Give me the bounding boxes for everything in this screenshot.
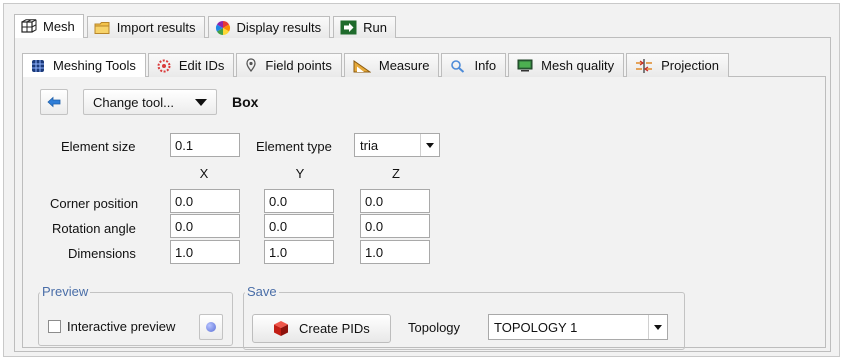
tab-mesh[interactable]: Mesh xyxy=(14,14,84,38)
corner-position-y-field[interactable] xyxy=(264,189,334,213)
create-pids-label: Create PIDs xyxy=(299,321,370,336)
topology-label: Topology xyxy=(408,320,461,335)
caret-down-icon xyxy=(195,99,207,106)
mesh-quality-icon xyxy=(517,59,533,72)
tool-title: Box xyxy=(232,94,259,110)
tab-display-results[interactable]: Display results xyxy=(207,16,331,38)
back-arrow-icon xyxy=(47,96,61,108)
tab-mesh-label: Mesh xyxy=(43,19,75,34)
meshing-tools-icon xyxy=(31,59,45,73)
dimensions-y-field[interactable] xyxy=(264,240,334,264)
corner-position-z-field[interactable] xyxy=(360,189,430,213)
dropdown-arrow-icon xyxy=(420,134,439,156)
sub-tab-bar: Meshing Tools Edit IDs Field points Meas… xyxy=(22,52,731,77)
change-tool-label: Change tool... xyxy=(93,94,174,110)
tab-display-results-label: Display results xyxy=(236,20,322,35)
rotation-angle-y-field[interactable] xyxy=(264,214,334,238)
folder-icon xyxy=(94,21,111,35)
red-cube-icon xyxy=(273,320,289,337)
edit-ids-icon xyxy=(157,59,171,73)
info-icon xyxy=(450,59,466,73)
element-size-field[interactable] xyxy=(170,133,240,157)
dimensions-x-field[interactable] xyxy=(170,240,240,264)
tab-import-results-label: Import results xyxy=(116,20,196,35)
rotation-angle-label: Rotation angle xyxy=(52,221,136,236)
tab-measure[interactable]: Measure xyxy=(343,53,440,77)
tab-info[interactable]: Info xyxy=(441,53,507,77)
tab-meshing-tools[interactable]: Meshing Tools xyxy=(22,53,146,77)
column-header-y: Y xyxy=(295,166,305,181)
color-wheel-icon xyxy=(215,20,231,36)
column-header-x: X xyxy=(199,166,209,181)
tab-mesh-quality-label: Mesh quality xyxy=(541,58,615,73)
corner-position-x-field[interactable] xyxy=(170,189,240,213)
projection-icon xyxy=(635,58,653,73)
dimensions-z-field[interactable] xyxy=(360,240,430,264)
tab-import-results[interactable]: Import results xyxy=(86,16,205,38)
preview-group-title: Preview xyxy=(40,284,91,299)
interactive-preview-checkbox[interactable] xyxy=(48,320,61,333)
save-group-title: Save xyxy=(245,284,279,299)
topology-value: TOPOLOGY 1 xyxy=(494,319,578,335)
tab-measure-label: Measure xyxy=(378,58,430,73)
tab-run-label: Run xyxy=(363,20,387,35)
tab-edit-ids-label: Edit IDs xyxy=(178,58,225,73)
column-header-z: Z xyxy=(392,166,400,181)
dimensions-label: Dimensions xyxy=(68,246,136,261)
element-size-label: Element size xyxy=(61,139,136,154)
tab-run[interactable]: Run xyxy=(333,16,396,38)
tab-projection[interactable]: Projection xyxy=(626,53,729,77)
corner-position-label: Corner position xyxy=(50,196,139,211)
preview-refresh-button[interactable] xyxy=(199,314,223,340)
tab-field-points[interactable]: Field points xyxy=(236,53,342,77)
tab-meshing-tools-label: Meshing Tools xyxy=(53,58,136,73)
element-type-value: tria xyxy=(360,137,379,153)
tab-edit-ids[interactable]: Edit IDs xyxy=(147,53,235,77)
back-button[interactable] xyxy=(40,89,68,115)
interactive-preview-label: Interactive preview xyxy=(67,319,176,334)
element-type-select[interactable]: tria xyxy=(354,133,440,157)
dropdown-arrow-icon xyxy=(648,315,667,339)
tab-field-points-label: Field points xyxy=(265,58,332,73)
blue-dot-icon xyxy=(206,322,216,332)
mesh-icon xyxy=(21,19,37,34)
tab-mesh-quality[interactable]: Mesh quality xyxy=(508,53,625,77)
create-pids-button[interactable]: Create PIDs xyxy=(252,314,391,343)
top-tab-bar: Mesh Import results Display results Run xyxy=(14,14,399,38)
run-arrow-icon xyxy=(340,20,357,35)
rotation-angle-x-field[interactable] xyxy=(170,214,240,238)
topology-select[interactable]: TOPOLOGY 1 xyxy=(488,314,668,340)
rotation-angle-z-field[interactable] xyxy=(360,214,430,238)
measure-icon xyxy=(353,59,371,73)
change-tool-dropdown[interactable]: Change tool... xyxy=(83,89,217,115)
element-type-label: Element type xyxy=(256,139,332,154)
tab-info-label: Info xyxy=(474,58,497,73)
tab-projection-label: Projection xyxy=(661,58,719,73)
field-points-icon xyxy=(245,58,257,73)
